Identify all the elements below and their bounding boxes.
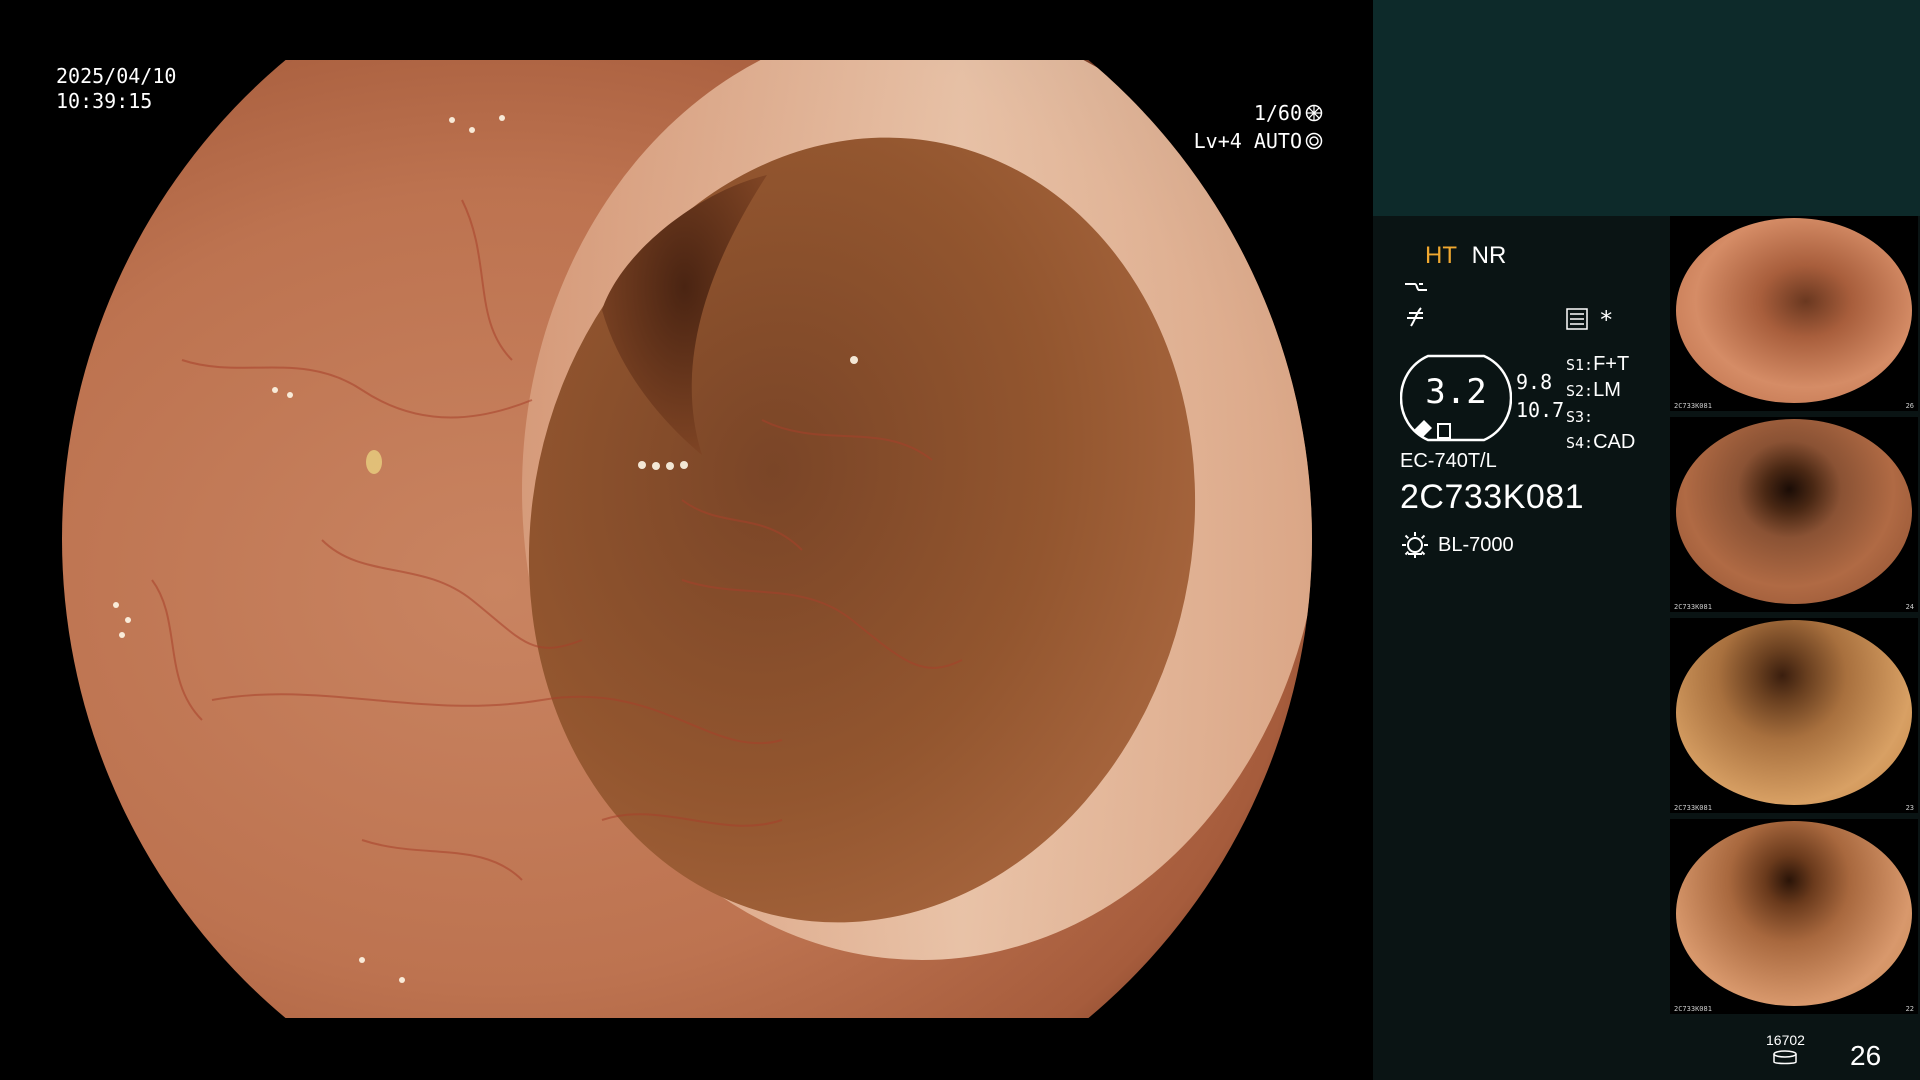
info-panel: HT NR * 3.2 9.8 10.7 S1:F+T S2:LM S3: S4… <box>1373 216 1673 1080</box>
image-counter-big: 26 <box>1850 1040 1882 1071</box>
image-counter-small: 16702 <box>1766 1032 1805 1048</box>
thumbnail-strip: 2C733K081 26 2C733K081 24 2C733K081 23 2… <box>1670 216 1920 1022</box>
thumbnail[interactable]: 2C733K081 24 <box>1670 417 1918 612</box>
thumbnail[interactable]: 2C733K081 22 <box>1670 819 1918 1014</box>
switch-row-1: S1:F+T <box>1566 353 1630 375</box>
zoom-gauge: 3.2 <box>1399 352 1513 444</box>
thumbnail-image <box>1676 218 1912 403</box>
asterisk-mark: * <box>1599 306 1614 334</box>
thumbnail-image <box>1676 821 1912 1006</box>
auto-iris-icon <box>1305 132 1323 150</box>
gauge-side-values: 9.8 10.7 <box>1516 368 1564 424</box>
thumbnail[interactable]: 2C733K081 23 <box>1670 618 1918 813</box>
light-source-row: BL-7000 <box>1400 530 1514 560</box>
storage-icon <box>1773 1050 1797 1065</box>
structure-icon <box>1405 283 1427 291</box>
date-text: 2025/04/10 <box>56 64 177 88</box>
gauge-side-bottom: 10.7 <box>1516 398 1565 422</box>
switch-row-4: S4:CAD <box>1566 431 1636 453</box>
shutter-text: 1/60 <box>1253 101 1302 125</box>
thumbnail[interactable]: 2C733K081 26 <box>1670 216 1918 411</box>
thumbnail-label: 2C733K081 <box>1674 402 1712 410</box>
time-text: 10:39:15 <box>56 89 153 113</box>
switch-row-2: S2:LM <box>1566 379 1621 401</box>
scope-model: EC-740T/L <box>1400 450 1497 472</box>
thumbnail-label: 2C733K081 <box>1674 1005 1712 1013</box>
switch-assignments: S1:F+T S2:LM S3: S4:CAD <box>1566 352 1635 456</box>
endoscope-main-view: 2025/04/10 10:39:15 1/60 Lv+4 AUTO <box>0 0 1373 1080</box>
switch-row-3: S3: <box>1566 408 1594 426</box>
thumbnail-label: 2C733K081 <box>1674 603 1712 611</box>
thumbnail-index: 23 <box>1905 804 1914 812</box>
color-icon <box>1407 307 1423 327</box>
thumbnail-image <box>1676 419 1912 604</box>
exposure-overlay: 1/60 Lv+4 AUTO <box>1194 99 1323 155</box>
colon-lumen-illustration <box>62 60 1312 1018</box>
light-source-icon <box>1402 532 1428 558</box>
gauge-value: 3.2 <box>1425 372 1487 412</box>
side-header <box>1373 0 1920 216</box>
mode-nr: NR <box>1471 242 1507 269</box>
gauge-side-top: 9.8 <box>1516 370 1553 394</box>
datetime-overlay: 2025/04/10 10:39:15 <box>56 64 176 114</box>
mode-row: HT NR <box>1425 242 1506 270</box>
light-source-text: BL-7000 <box>1438 533 1514 556</box>
thumbnail-index: 22 <box>1905 1005 1914 1013</box>
thumbnail-index: 26 <box>1905 402 1914 410</box>
thumbnail-image <box>1676 620 1912 805</box>
mode-ht: HT <box>1425 242 1457 269</box>
thumbnail-index: 24 <box>1905 603 1914 611</box>
menu-icon <box>1566 308 1588 330</box>
colon-lumen-image <box>62 60 1312 1018</box>
side-panel: HT NR * 3.2 9.8 10.7 S1:F+T S2:LM S3: S4… <box>1373 0 1920 1080</box>
shutter-icon <box>1305 104 1323 122</box>
thumbnail-label: 2C733K081 <box>1674 804 1712 812</box>
scope-serial: 2C733K081 <box>1400 478 1585 516</box>
level-text: Lv+4 AUTO <box>1193 129 1302 153</box>
